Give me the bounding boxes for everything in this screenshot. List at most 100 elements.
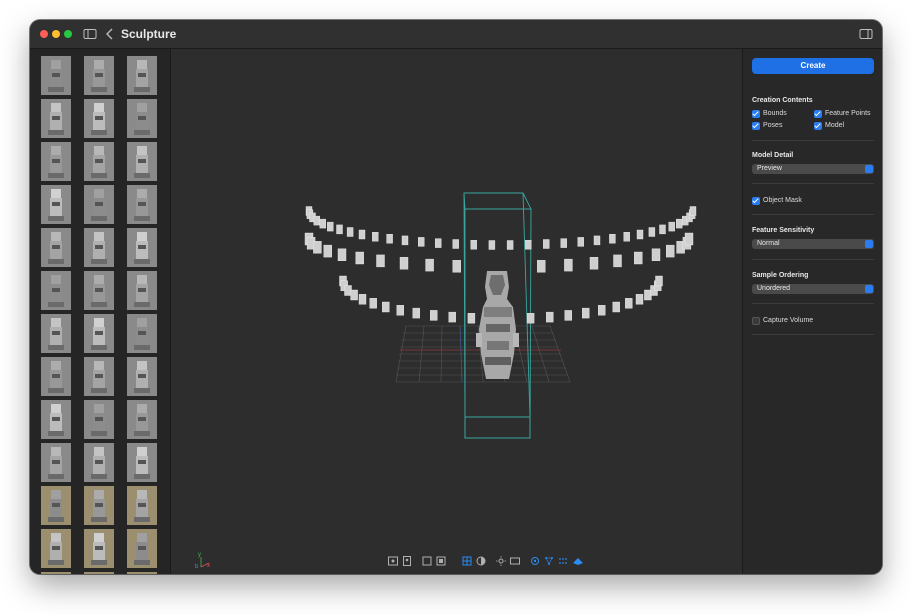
image-thumbnail[interactable] xyxy=(84,56,114,95)
camera-pose[interactable] xyxy=(448,311,456,323)
image-thumbnail[interactable] xyxy=(84,443,114,482)
camera-pose[interactable] xyxy=(425,258,434,272)
image-thumbnail[interactable] xyxy=(84,228,114,267)
contrast-icon[interactable] xyxy=(474,554,488,568)
camera-pose[interactable] xyxy=(612,301,620,313)
camera-pose[interactable] xyxy=(376,254,385,268)
camera-pose[interactable] xyxy=(689,206,697,216)
camera-pose[interactable] xyxy=(589,256,599,270)
image-thumbnail[interactable] xyxy=(41,572,71,574)
camera-pose[interactable] xyxy=(313,241,322,254)
image-thumbnail[interactable] xyxy=(127,271,157,310)
image-thumbnail[interactable] xyxy=(41,99,71,138)
camera-pose[interactable] xyxy=(467,313,476,324)
image-thumbnail[interactable] xyxy=(84,486,114,525)
camera-pose[interactable] xyxy=(546,311,554,323)
camera-pose[interactable] xyxy=(327,221,334,232)
layers-icon[interactable] xyxy=(434,554,448,568)
image-thumbnail[interactable] xyxy=(41,271,71,310)
image-thumbnail[interactable] xyxy=(127,486,157,525)
camera-pose[interactable] xyxy=(577,237,584,247)
model-icon[interactable] xyxy=(571,554,585,568)
image-thumbnail[interactable] xyxy=(41,400,71,439)
camera-pose[interactable] xyxy=(435,238,442,248)
camera-pose[interactable] xyxy=(582,307,590,319)
image-thumbnail[interactable] xyxy=(127,314,157,353)
sun-icon[interactable] xyxy=(494,554,508,568)
camera-pose[interactable] xyxy=(336,224,343,235)
sidebar-toggle-icon[interactable] xyxy=(82,26,98,42)
camera-pose[interactable] xyxy=(382,301,390,313)
camera-pose[interactable] xyxy=(593,235,601,246)
camera-pose[interactable] xyxy=(684,232,694,246)
camera-pose[interactable] xyxy=(625,298,633,309)
camera-pose[interactable] xyxy=(525,239,532,250)
image-thumbnail[interactable] xyxy=(127,228,157,267)
model-detail-select[interactable]: Preview xyxy=(752,164,874,174)
image-thumbnail[interactable] xyxy=(84,142,114,181)
image-thumbnail[interactable] xyxy=(127,400,157,439)
portrait-icon[interactable] xyxy=(400,554,414,568)
image-thumbnail[interactable] xyxy=(41,443,71,482)
camera-pose[interactable] xyxy=(452,239,459,249)
camera-pose[interactable] xyxy=(488,240,496,250)
camera-poses-icon[interactable] xyxy=(528,554,542,568)
zoom-window-button[interactable] xyxy=(64,30,72,38)
square-icon[interactable] xyxy=(420,554,434,568)
image-thumbnail[interactable] xyxy=(84,400,114,439)
rectangle-icon[interactable] xyxy=(508,554,522,568)
image-thumbnail[interactable] xyxy=(127,99,157,138)
camera-pose[interactable] xyxy=(636,229,644,240)
image-thumbnail[interactable] xyxy=(41,185,71,224)
camera-pose[interactable] xyxy=(358,294,367,305)
create-button[interactable]: Create xyxy=(752,58,874,74)
image-thumbnail[interactable] xyxy=(84,314,114,353)
close-window-button[interactable] xyxy=(40,30,48,38)
camera-pose[interactable] xyxy=(401,235,409,246)
image-thumbnail[interactable] xyxy=(127,443,157,482)
feature-sensitivity-select[interactable]: Normal xyxy=(752,239,874,249)
image-thumbnail[interactable] xyxy=(84,271,114,310)
camera-pose[interactable] xyxy=(323,244,333,258)
camera-pose[interactable] xyxy=(668,221,675,232)
camera-pose[interactable] xyxy=(648,227,656,237)
3d-viewport[interactable]: y b x xyxy=(171,49,742,574)
image-thumbnail[interactable] xyxy=(127,185,157,224)
sample-ordering-select[interactable]: Unordered xyxy=(752,284,874,294)
image-thumbnail[interactable] xyxy=(127,529,157,568)
camera-pose[interactable] xyxy=(609,233,616,244)
object-mask-checkbox[interactable] xyxy=(752,197,760,205)
camera-pose[interactable] xyxy=(399,256,409,270)
camera-pose[interactable] xyxy=(634,251,643,265)
camera-pose[interactable] xyxy=(319,218,327,229)
camera-pose[interactable] xyxy=(598,305,606,316)
image-thumbnail[interactable] xyxy=(41,486,71,525)
image-thumbnail[interactable] xyxy=(41,142,71,181)
feature-points-icon[interactable] xyxy=(542,554,556,568)
camera-pose[interactable] xyxy=(564,258,573,272)
image-thumbnail[interactable] xyxy=(127,572,157,574)
image-thumbnail[interactable] xyxy=(84,185,114,224)
chevron-left-icon[interactable] xyxy=(102,26,118,42)
camera-pose[interactable] xyxy=(337,248,347,262)
frame-icon[interactable] xyxy=(386,554,400,568)
camera-pose[interactable] xyxy=(537,260,546,273)
image-thumbnail[interactable] xyxy=(84,99,114,138)
camera-pose[interactable] xyxy=(350,289,358,301)
camera-pose[interactable] xyxy=(635,294,644,305)
image-thumbnail[interactable] xyxy=(127,56,157,95)
camera-pose[interactable] xyxy=(358,229,366,240)
camera-pose[interactable] xyxy=(470,239,477,250)
camera-pose[interactable] xyxy=(313,215,321,226)
camera-pose[interactable] xyxy=(355,251,364,265)
camera-pose[interactable] xyxy=(430,310,438,321)
image-thumbnail[interactable] xyxy=(41,228,71,267)
camera-pose[interactable] xyxy=(346,227,354,237)
inspector-toggle-icon[interactable] xyxy=(858,26,874,42)
image-thumbnail[interactable] xyxy=(84,357,114,396)
camera-pose[interactable] xyxy=(564,310,572,321)
image-thumbnail[interactable] xyxy=(41,357,71,396)
image-thumbnail[interactable] xyxy=(127,142,157,181)
camera-pose[interactable] xyxy=(543,239,550,249)
camera-pose[interactable] xyxy=(613,254,622,268)
